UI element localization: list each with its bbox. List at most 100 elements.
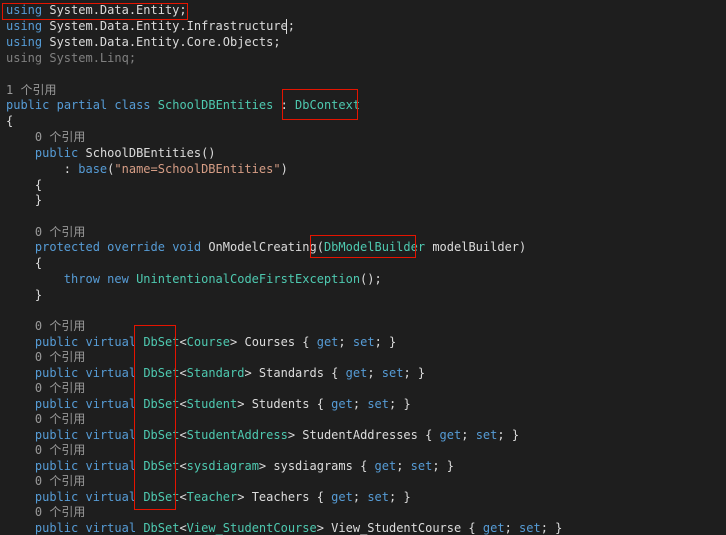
code-token: < (179, 397, 187, 411)
code-line[interactable]: 0 个引用 (6, 443, 85, 458)
code-token: { (6, 178, 43, 192)
code-token: < (179, 335, 187, 349)
code-line[interactable]: public virtual DbSet<View_StudentCourse>… (6, 521, 563, 535)
codelens-reference-count[interactable]: 0 个引用 (6, 350, 85, 364)
code-token: virtual (85, 397, 137, 411)
code-token: ; } (389, 397, 411, 411)
code-token: void (172, 240, 202, 254)
code-line[interactable]: public virtual DbSet<sysdiagram> sysdiag… (6, 459, 454, 474)
code-token: > StudentAddresses { (287, 428, 440, 442)
code-token: set (367, 397, 389, 411)
code-line[interactable]: using System.Data.Entity; (6, 3, 187, 18)
codelens-reference-count[interactable]: 0 个引用 (6, 443, 85, 457)
code-token: DbSet (143, 459, 180, 473)
code-token: class (114, 98, 151, 112)
code-token: > sysdiagrams { (258, 459, 375, 473)
code-token: > Teachers { (237, 490, 332, 504)
code-token: get (374, 459, 397, 473)
codelens-reference-count[interactable]: 0 个引用 (6, 130, 85, 144)
code-token: ; } (403, 366, 426, 380)
code-line[interactable]: using System.Data.Entity.Core.Objects; (6, 35, 281, 50)
codelens-reference-count[interactable]: 0 个引用 (6, 505, 85, 519)
code-token: DbContext (295, 98, 361, 112)
code-line[interactable]: 0 个引用 (6, 474, 85, 489)
code-line[interactable]: protected override void OnModelCreating(… (6, 240, 526, 255)
code-token: ; } (432, 459, 455, 473)
code-token: > Students { (237, 397, 332, 411)
code-token: : (273, 98, 296, 112)
codelens-reference-count[interactable]: 0 个引用 (6, 381, 85, 395)
code-line[interactable]: public SchoolDBEntities() (6, 146, 216, 161)
code-token: protected (34, 240, 100, 254)
code-line[interactable]: public virtual DbSet<Teacher> Teachers {… (6, 490, 411, 505)
code-token: public (6, 98, 50, 112)
code-token: } (6, 288, 43, 302)
code-line[interactable]: 0 个引用 (6, 412, 85, 427)
code-token: StudentAddress (186, 428, 288, 442)
code-line[interactable]: } (6, 193, 42, 208)
code-line[interactable]: { (6, 256, 42, 271)
code-line[interactable]: public virtual DbSet<StudentAddress> Stu… (6, 428, 519, 443)
code-line[interactable]: { (6, 178, 42, 193)
code-token: public (34, 366, 79, 380)
code-token: set (367, 490, 389, 504)
code-line[interactable]: 0 个引用 (6, 505, 85, 520)
code-line[interactable]: 0 个引用 (6, 130, 85, 145)
code-line[interactable]: using System.Linq; (6, 51, 136, 66)
code-token: public (34, 490, 79, 504)
code-token: throw (63, 272, 100, 286)
code-line[interactable]: 0 个引用 (6, 225, 85, 240)
code-line[interactable]: } (6, 288, 42, 303)
code-token: (); (360, 272, 382, 286)
code-token: modelBuilder) (425, 240, 527, 254)
code-token: set (519, 521, 541, 535)
code-token: < (179, 521, 187, 535)
code-token: public (34, 335, 79, 349)
code-line[interactable]: public virtual DbSet<Student> Students {… (6, 397, 411, 412)
code-line[interactable]: : base("name=SchoolDBEntities") (6, 162, 288, 177)
code-token: base (78, 162, 108, 176)
code-token: ; (338, 335, 353, 349)
code-line[interactable]: 0 个引用 (6, 381, 85, 396)
code-token: public (34, 521, 79, 535)
codelens-reference-count[interactable]: 1 个引用 (6, 83, 56, 97)
code-editor[interactable]: using System.Data.Entity; using System.Da… (0, 0, 726, 535)
code-token: get (439, 428, 462, 442)
code-line[interactable]: public virtual DbSet<Course> Courses { g… (6, 335, 396, 350)
code-token: DbSet (143, 397, 180, 411)
code-line[interactable]: 1 个引用 (6, 83, 56, 98)
code-line[interactable]: using System.Data.Entity.Infrastructure; (6, 19, 295, 34)
codelens-reference-count[interactable]: 0 个引用 (6, 474, 85, 488)
code-line[interactable]: 0 个引用 (6, 350, 85, 365)
codelens-reference-count[interactable]: 0 个引用 (6, 319, 85, 333)
code-token: > Standards { (244, 366, 346, 380)
codelens-reference-count[interactable]: 0 个引用 (6, 225, 85, 239)
code-token: DbSet (143, 521, 180, 535)
codelens-reference-count[interactable]: 0 个引用 (6, 412, 85, 426)
text-caret (286, 19, 287, 34)
code-line[interactable]: public virtual DbSet<Standard> Standards… (6, 366, 425, 381)
code-token: DbSet (143, 490, 180, 504)
code-line[interactable]: throw new UnintentionalCodeFirstExceptio… (6, 272, 382, 287)
code-line[interactable]: { (6, 114, 13, 129)
code-token: using (6, 35, 43, 49)
code-line[interactable]: 0 个引用 (6, 319, 85, 334)
code-token: UnintentionalCodeFirstException (136, 272, 361, 286)
code-token: public (34, 397, 79, 411)
code-token: set (352, 335, 375, 349)
code-token: > View_StudentCourse { (316, 521, 483, 535)
code-line[interactable]: public partial class SchoolDBEntities : … (6, 98, 360, 113)
code-token: DbSet (143, 335, 180, 349)
code-token: System.Data.Entity.Core.Objects; (42, 35, 281, 49)
